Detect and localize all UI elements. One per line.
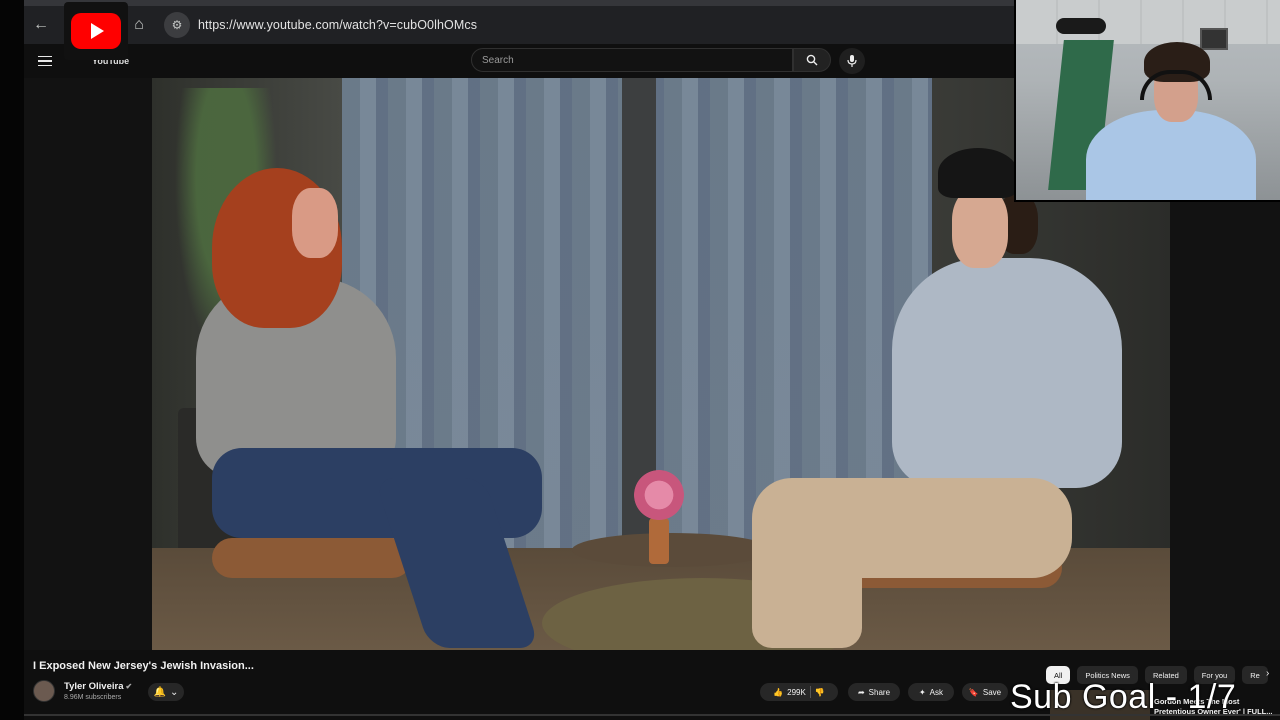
- voice-search-button[interactable]: [839, 48, 865, 74]
- ask-button[interactable]: ✦ Ask: [908, 683, 954, 701]
- webcam-wall-frame: [1200, 28, 1228, 50]
- url-text[interactable]: https://www.youtube.com/watch?v=cubO0lhO…: [198, 18, 477, 32]
- scene-man-shirt: [892, 258, 1122, 488]
- like-count[interactable]: 299K: [787, 688, 806, 697]
- channel-name[interactable]: Tyler Oliveira ✔: [64, 681, 132, 692]
- video-progress-bar[interactable]: [24, 714, 1280, 716]
- share-button[interactable]: ➦ Share: [848, 683, 900, 701]
- like-dislike-group: 👍 299K 👎: [760, 683, 838, 701]
- save-label: Save: [982, 687, 1002, 697]
- bell-icon: 🔔: [153, 686, 167, 698]
- webcam-overlay: [1014, 0, 1280, 202]
- scene-chair-left: [212, 538, 412, 578]
- ask-label: Ask: [929, 687, 944, 697]
- scene-flower: [634, 470, 684, 520]
- chevron-down-icon: ⌄: [170, 686, 179, 698]
- sub-goal-overlay: Sub Goal - 1/7: [1010, 678, 1237, 716]
- sparkle-icon: ✦: [918, 687, 926, 697]
- video-title: I Exposed New Jersey's Jewish Invasion..…: [33, 660, 254, 672]
- bookmark-icon: 🔖: [968, 687, 979, 697]
- left-edge-strip: [0, 0, 24, 720]
- youtube-play-icon: [71, 13, 121, 49]
- save-button[interactable]: 🔖 Save: [962, 683, 1008, 701]
- like-divider: [809, 686, 811, 698]
- channel-name-text[interactable]: Tyler Oliveira: [64, 681, 124, 692]
- webcam-lamp: [1056, 18, 1106, 34]
- scene-table: [572, 533, 772, 567]
- chevron-right-icon[interactable]: ›: [1266, 668, 1269, 679]
- scene-man-legs: [752, 518, 862, 648]
- channel-avatar[interactable]: [33, 680, 55, 702]
- chip-recently-uploaded[interactable]: Re: [1242, 666, 1268, 684]
- scene-man-face: [952, 188, 1008, 268]
- menu-icon[interactable]: [38, 55, 52, 67]
- subscriber-count: 8.96M subscribers: [64, 694, 122, 701]
- notification-bell-button[interactable]: 🔔 ⌄: [148, 683, 184, 701]
- youtube-logo-overlay: [64, 2, 128, 60]
- verified-icon: ✔: [125, 682, 133, 691]
- address-bar[interactable]: ⚙ https://www.youtube.com/watch?v=cubO0l…: [164, 12, 477, 38]
- share-icon: ➦: [857, 687, 865, 697]
- browser-toolbar: ← ⌂ ⚙ https://www.youtube.com/watch?v=cu…: [24, 0, 1014, 44]
- scene-vase: [649, 518, 669, 564]
- search-icon: [806, 54, 818, 66]
- arrow-left-icon[interactable]: ←: [24, 8, 58, 42]
- thumbs-down-icon[interactable]: 👎: [815, 688, 825, 697]
- tune-icon[interactable]: ⚙: [164, 12, 190, 38]
- screen: ← ⌂ ⚙ https://www.youtube.com/watch?v=cu…: [0, 0, 1280, 720]
- thumbs-up-icon[interactable]: 👍: [773, 688, 783, 697]
- search-button[interactable]: [793, 48, 831, 72]
- search-input[interactable]: Search: [471, 48, 793, 72]
- scene-woman-face: [292, 188, 338, 258]
- youtube-header: YouTube Search: [24, 44, 1014, 78]
- mic-icon: [847, 55, 857, 67]
- webcam-person-shirt: [1086, 110, 1256, 200]
- share-label: Share: [868, 687, 891, 697]
- scene-man-cap: [938, 148, 1018, 198]
